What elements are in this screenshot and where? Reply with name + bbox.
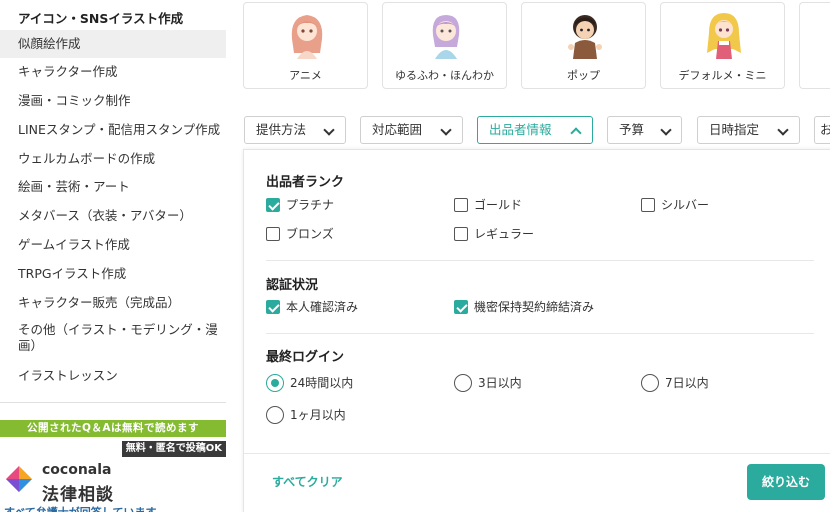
login-option-7days[interactable]: 7日以内 xyxy=(641,374,709,392)
login-option-3days[interactable]: 3日以内 xyxy=(454,374,522,392)
rank-option-bronze[interactable]: ブロンズ xyxy=(266,225,334,243)
chevron-up-icon xyxy=(570,127,582,139)
sidebar-item-character-sale[interactable]: キャラクター販売（完成品） xyxy=(0,289,226,317)
sidebar-item-line-stamp[interactable]: LINEスタンプ・配信用スタンプ作成 xyxy=(0,116,226,144)
verify-option-nda[interactable]: 機密保持契約締結済み xyxy=(454,298,594,316)
sidebar-item-other[interactable]: その他（イラスト・モデリング・漫画） xyxy=(0,320,226,354)
category-sidebar: アイコン・SNSイラスト作成 似顔絵作成 キャラクター作成 漫画・コミック制作 … xyxy=(0,0,226,512)
checkbox-checked[interactable] xyxy=(454,300,468,314)
checkbox[interactable] xyxy=(454,198,468,212)
verify-option-identity[interactable]: 本人確認済み xyxy=(266,298,358,316)
soft-girl-illustration-icon xyxy=(432,15,460,59)
coconala-logo-icon xyxy=(6,466,32,492)
rank-option-gold[interactable]: ゴールド xyxy=(454,196,522,214)
option-label: 1ヶ月以内 xyxy=(290,408,346,422)
option-label: 7日以内 xyxy=(665,376,709,390)
section-divider xyxy=(266,260,814,261)
anime-girl-illustration-icon xyxy=(291,15,323,59)
radio[interactable] xyxy=(266,406,284,424)
sidebar-item-manga[interactable]: 漫画・コミック制作 xyxy=(0,87,226,115)
panel-footer-divider xyxy=(244,453,830,454)
category-card-partial[interactable] xyxy=(799,2,830,89)
category-card-yurufuwa[interactable]: ゆるふわ・ほんわか xyxy=(382,2,507,89)
sidebar-item-game-illust[interactable]: ゲームイラスト作成 xyxy=(0,231,226,259)
option-label: 本人確認済み xyxy=(286,300,359,314)
option-label: ゴールド xyxy=(474,198,523,212)
category-card-label: アニメ xyxy=(289,69,322,82)
clear-all-button[interactable]: すべてクリア xyxy=(272,473,343,490)
sidebar-item-portrait[interactable]: 似顔絵作成 xyxy=(0,30,226,58)
sidebar-item-art[interactable]: 絵画・芸術・アート xyxy=(0,173,226,201)
filter-coverage[interactable]: 対応範囲 xyxy=(360,116,463,144)
chibi-girl-illustration-icon xyxy=(707,13,741,59)
rank-option-platinum[interactable]: プラチナ xyxy=(266,196,334,214)
checkbox[interactable] xyxy=(641,198,655,212)
chevron-down-icon xyxy=(777,124,789,136)
filter-label: 提供方法 xyxy=(256,122,307,137)
filter-seller-info[interactable]: 出品者情報 xyxy=(477,116,593,144)
checkbox[interactable] xyxy=(454,227,468,241)
filter-label: お xyxy=(820,122,830,137)
ad-service-name: 法律相談 xyxy=(42,485,114,505)
filter-label: 出品者情報 xyxy=(489,122,552,137)
option-label: プラチナ xyxy=(286,198,335,212)
filter-label: 対応範囲 xyxy=(372,122,423,137)
category-card-label: ポップ xyxy=(567,69,600,82)
option-label: 24時間以内 xyxy=(290,376,354,390)
pop-character-illustration-icon xyxy=(568,15,602,59)
radio[interactable] xyxy=(454,374,472,392)
ad-brand-name: coconala xyxy=(42,462,112,478)
rank-option-silver[interactable]: シルバー xyxy=(641,196,709,214)
verification-title: 認証状況 xyxy=(266,278,319,293)
filter-delivery-method[interactable]: 提供方法 xyxy=(244,116,346,144)
section-divider xyxy=(266,333,814,334)
category-card-label: デフォルメ・ミニ xyxy=(678,69,767,82)
category-card-label: ゆるふわ・ほんわか xyxy=(395,69,494,82)
filter-label: 日時指定 xyxy=(709,122,760,137)
radio[interactable] xyxy=(641,374,659,392)
filter-date[interactable]: 日時指定 xyxy=(697,116,800,144)
filter-budget[interactable]: 予算 xyxy=(607,116,682,144)
option-label: シルバー xyxy=(661,198,710,212)
sidebar-item-metaverse[interactable]: メタバース（衣装・アバター） xyxy=(0,202,226,230)
rank-option-regular[interactable]: レギュラー xyxy=(454,225,534,243)
checkbox-checked[interactable] xyxy=(266,300,280,314)
option-label: 3日以内 xyxy=(478,376,522,390)
sidebar-item-welcome-board[interactable]: ウェルカムボードの作成 xyxy=(0,145,226,173)
category-card-pop[interactable]: ポップ xyxy=(521,2,646,89)
option-label: ブロンズ xyxy=(286,227,334,241)
last-login-title: 最終ログイン xyxy=(266,350,345,365)
checkbox[interactable] xyxy=(266,227,280,241)
category-card-deformed[interactable]: デフォルメ・ミニ xyxy=(660,2,785,89)
option-label: レギュラー xyxy=(474,227,535,241)
radio-selected[interactable] xyxy=(266,374,284,392)
seller-info-filter-panel: 出品者ランク プラチナ ゴールド シルバー ブロンズ レギュラー 認証状況 本人… xyxy=(243,149,830,512)
sidebar-title[interactable]: アイコン・SNSイラスト作成 xyxy=(18,8,183,27)
seller-rank-title: 出品者ランク xyxy=(266,175,345,190)
ad-headline: 公開されたQ＆Aは無料で読めます xyxy=(0,420,226,437)
chevron-down-icon xyxy=(440,124,452,136)
sidebar-item-character[interactable]: キャラクター作成 xyxy=(0,58,226,86)
chevron-down-icon xyxy=(660,124,672,136)
sidebar-item-trpg[interactable]: TRPGイラスト作成 xyxy=(0,260,226,288)
sidebar-item-lesson[interactable]: イラストレッスン xyxy=(0,362,226,390)
filter-partial[interactable]: お xyxy=(814,116,830,144)
filter-label: 予算 xyxy=(619,122,645,137)
apply-filter-button[interactable]: 絞り込む xyxy=(747,464,825,500)
checkbox-checked[interactable] xyxy=(266,198,280,212)
sidebar-divider xyxy=(0,402,226,403)
category-card-anime[interactable]: アニメ xyxy=(243,2,368,89)
ad-subtext: すべて弁護士が回答しています xyxy=(4,504,156,512)
ad-badge: 無料・匿名で投稿OK xyxy=(121,441,226,457)
option-label: 機密保持契約締結済み xyxy=(474,300,595,314)
chevron-down-icon xyxy=(323,124,335,136)
login-option-24h[interactable]: 24時間以内 xyxy=(266,374,353,392)
legal-consult-ad-banner[interactable]: 公開されたQ＆Aは無料で読めます 無料・匿名で投稿OK coconala 法律相… xyxy=(0,420,226,512)
login-option-1month[interactable]: 1ヶ月以内 xyxy=(266,406,346,424)
